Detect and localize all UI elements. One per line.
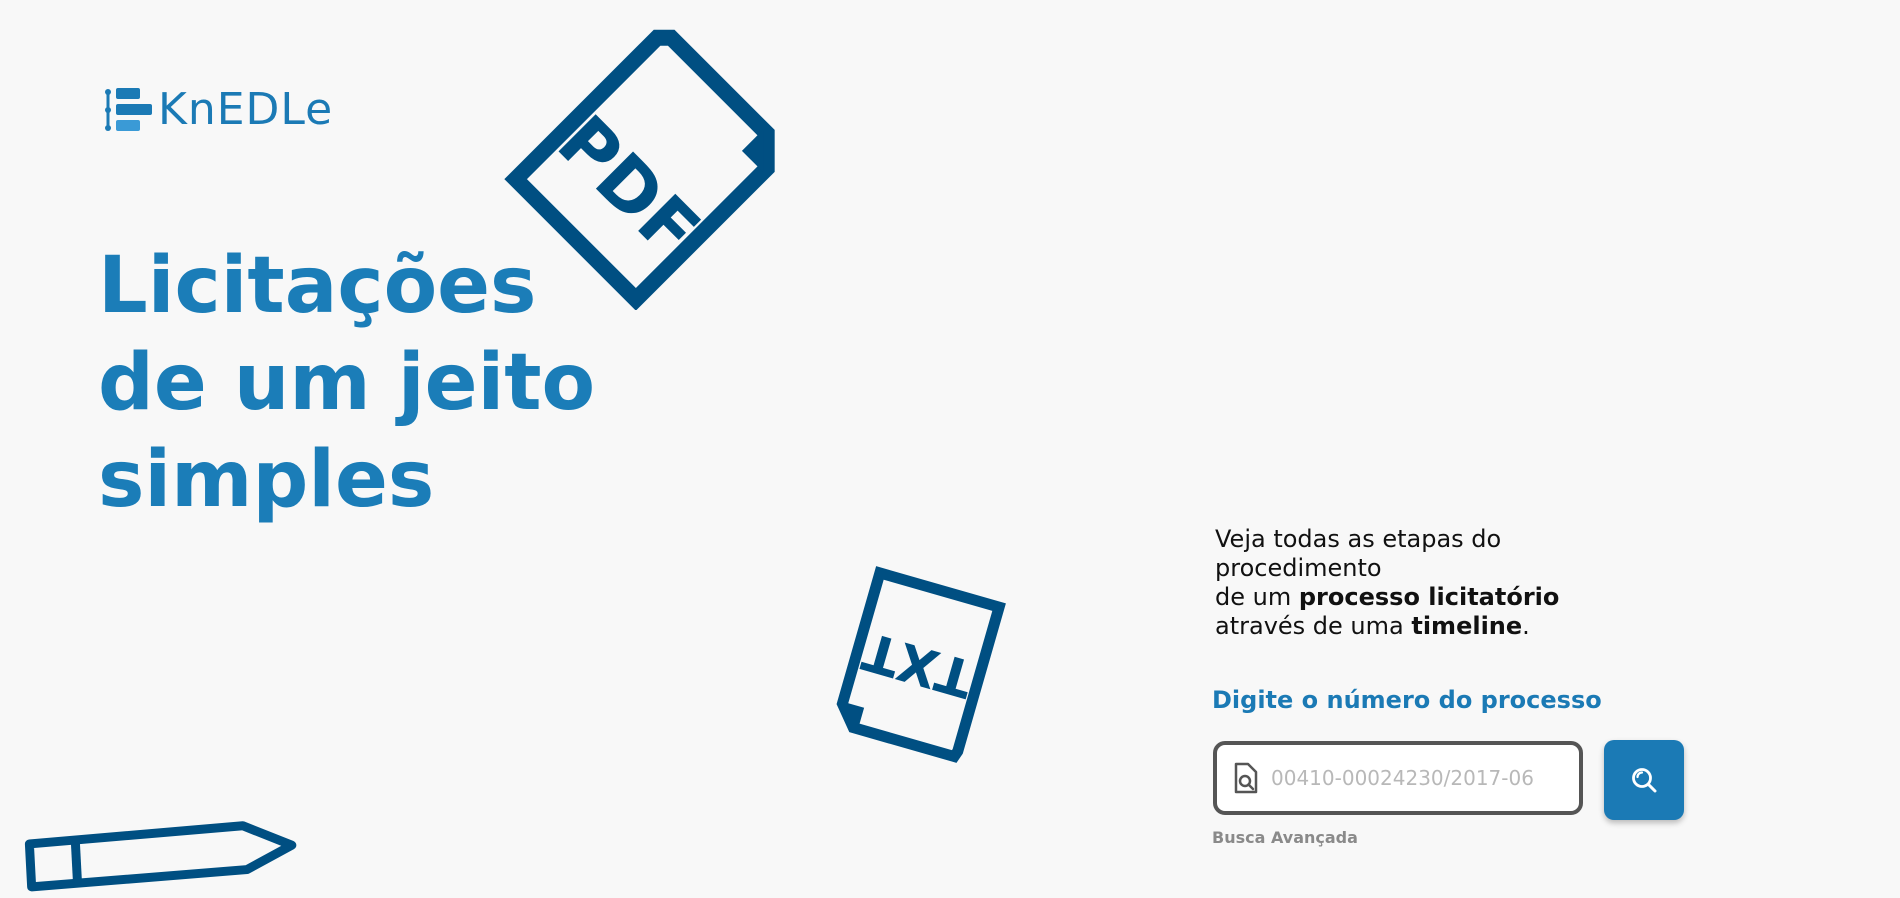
description-line-2-prefix: de um [1215, 583, 1299, 611]
logo[interactable]: KnEDLe [104, 84, 333, 135]
hero-line-3: simples [98, 435, 435, 525]
pencil-icon [24, 821, 297, 892]
description-line-3-suffix: . [1522, 612, 1530, 640]
search-field[interactable] [1213, 741, 1583, 815]
txt-file-icon: TXT [836, 566, 1006, 763]
document-search-icon [1234, 762, 1258, 794]
txt-label: TXT [856, 620, 980, 708]
process-number-input[interactable] [1269, 765, 1573, 791]
hero-line-2: de um jeito [98, 338, 596, 428]
pdf-file-icon: PDF [504, 29, 775, 310]
logo-text: KnEDLe [158, 84, 334, 135]
advanced-search-link[interactable]: Busca Avançada [1212, 828, 1358, 847]
description-line-3-bold: timeline [1411, 612, 1523, 640]
description-line-3-prefix: através de uma [1215, 612, 1412, 640]
search-icon [1632, 768, 1657, 793]
search-label: Digite o número do processo [1212, 686, 1602, 714]
description-line-2-bold: processo licitatório [1298, 583, 1560, 611]
search-button[interactable] [1604, 740, 1684, 820]
logo-mark-icon [105, 87, 152, 131]
description: Veja todas as etapas do procedimento de … [1215, 525, 1615, 641]
description-line-1: Veja todas as etapas do procedimento [1215, 525, 1502, 582]
